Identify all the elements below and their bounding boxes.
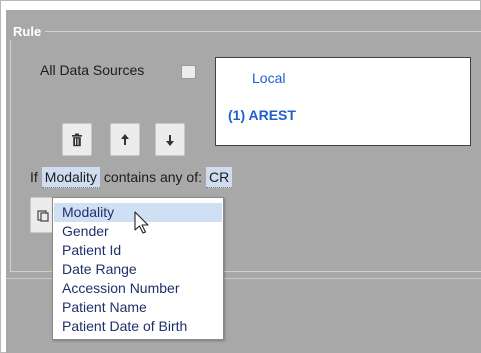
rule-legend: Rule (9, 23, 46, 40)
option-date-range[interactable]: Date Range (54, 260, 222, 279)
condition-operator[interactable]: contains any of: (104, 167, 202, 187)
source-item-local[interactable]: Local (252, 70, 285, 86)
condition-value[interactable]: CR (205, 166, 233, 188)
copy-icon (37, 210, 49, 222)
option-patient-name[interactable]: Patient Name (54, 298, 222, 317)
arrow-down-icon (166, 134, 174, 146)
move-up-button[interactable] (110, 123, 140, 156)
data-source-list[interactable]: Local (1) AREST (215, 57, 471, 146)
option-patient-id[interactable]: Patient Id (54, 241, 222, 260)
field-selector[interactable]: Modality (41, 166, 100, 188)
mouse-pointer-icon (134, 211, 149, 234)
condition-prefix: If (30, 169, 38, 185)
option-patient-date-of-birth[interactable]: Patient Date of Birth (54, 317, 222, 336)
source-item-arest[interactable]: (1) AREST (228, 107, 296, 123)
move-down-button[interactable] (155, 123, 185, 156)
option-accession-number[interactable]: Accession Number (54, 279, 222, 298)
delete-button[interactable] (62, 123, 92, 156)
arrow-up-icon (121, 133, 129, 145)
rule-condition: If Modality contains any of: CR (30, 166, 236, 188)
all-data-sources-checkbox[interactable] (181, 65, 196, 79)
all-data-sources-label: All Data Sources (40, 62, 145, 78)
trash-icon (72, 133, 82, 146)
